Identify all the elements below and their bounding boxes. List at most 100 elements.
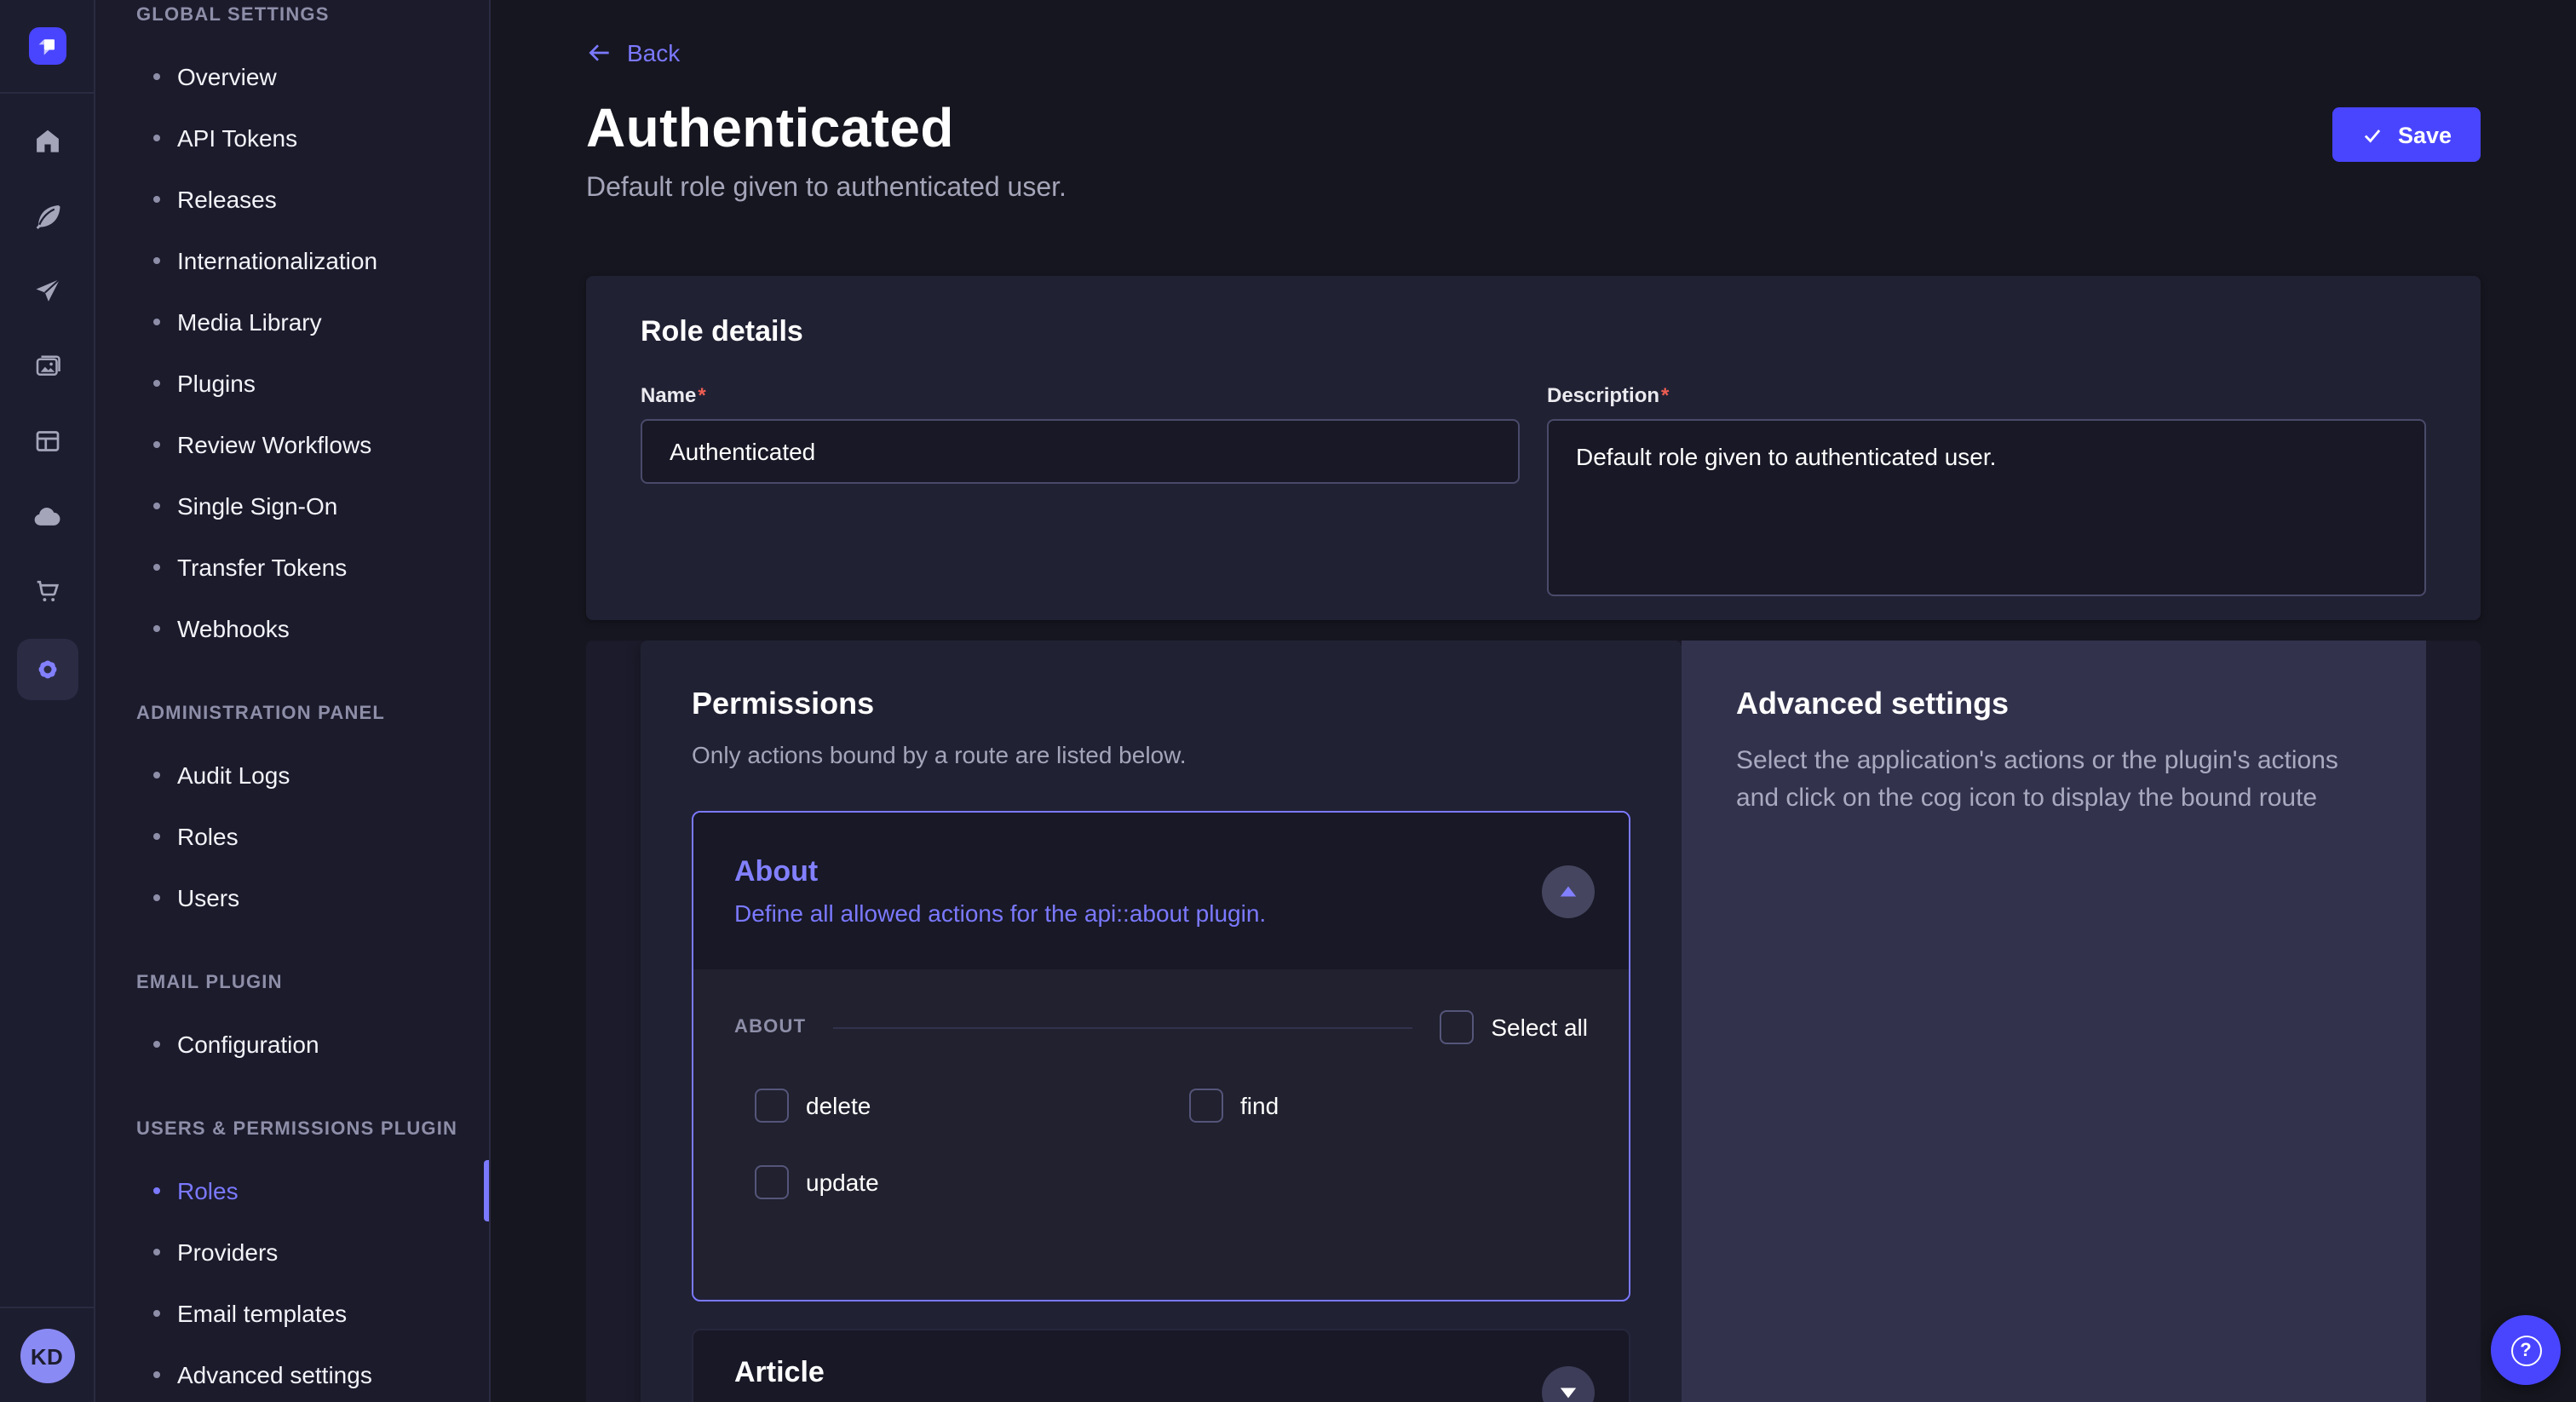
subnav-item-advanced-settings[interactable]: Advanced settings	[95, 1344, 489, 1402]
bullet-icon	[153, 833, 160, 840]
required-asterisk: *	[698, 383, 705, 407]
description-field[interactable]: Default role given to authenticated user…	[1547, 419, 2426, 596]
accordion-about-body: ABOUT Select all delete	[693, 969, 1629, 1296]
subnav-item-single-sign-on[interactable]: Single Sign-On	[95, 475, 489, 537]
permissions-subheading: Only actions bound by a route are listed…	[692, 739, 1630, 770]
subnav-item-up-roles[interactable]: Roles	[95, 1160, 489, 1221]
checkbox-icon	[1189, 1089, 1223, 1123]
accordion-article: Article Define all allowed actions for t…	[692, 1329, 1630, 1402]
main-nav-rail: KD	[0, 0, 95, 1402]
bullet-icon	[153, 1310, 160, 1317]
name-label: Name*	[641, 382, 1520, 409]
collapse-toggle-button[interactable]	[1542, 865, 1595, 917]
bullet-icon	[153, 441, 160, 448]
bullet-icon	[153, 1249, 160, 1255]
bullet-icon	[153, 380, 160, 387]
bullet-icon	[153, 1041, 160, 1048]
subnav-item-review-workflows[interactable]: Review Workflows	[95, 414, 489, 475]
description-label: Description*	[1547, 382, 2426, 409]
chevron-up-icon	[1559, 882, 1578, 900]
accordion-article-description: Define all allowed actions for the api::…	[734, 1399, 1270, 1402]
deploy-icon[interactable]	[20, 264, 74, 319]
home-icon[interactable]	[20, 114, 74, 169]
subnav-item-providers[interactable]: Providers	[95, 1221, 489, 1283]
select-all-checkbox[interactable]: Select all	[1440, 1010, 1588, 1044]
subject-divider	[833, 1026, 1412, 1028]
content-manager-icon[interactable]	[20, 414, 74, 468]
advanced-settings-panel: Advanced settings Select the application…	[1682, 641, 2426, 1402]
subnav-item-admin-users[interactable]: Users	[95, 867, 489, 928]
permissions-panel: Permissions Only actions bound by a rout…	[641, 641, 1682, 1402]
subject-label: ABOUT	[734, 1017, 806, 1037]
user-avatar[interactable]: KD	[20, 1329, 74, 1383]
subnav-item-internationalization[interactable]: Internationalization	[95, 230, 489, 291]
subnav-item-media-library[interactable]: Media Library	[95, 291, 489, 353]
checkbox-icon	[1440, 1010, 1474, 1044]
help-button[interactable]: ?	[2491, 1315, 2561, 1385]
bullet-icon	[153, 625, 160, 632]
accordion-article-header[interactable]: Article Define all allowed actions for t…	[693, 1330, 1629, 1402]
strapi-logo-icon[interactable]	[28, 27, 66, 65]
accordion-article-title: Article	[734, 1354, 1270, 1392]
subnav-item-email-configuration[interactable]: Configuration	[95, 1014, 489, 1075]
subnav-item-webhooks[interactable]: Webhooks	[95, 598, 489, 659]
subnav-item-plugins[interactable]: Plugins	[95, 353, 489, 414]
section-header-administration-panel: ADMINISTRATION PANEL	[95, 700, 489, 727]
name-field[interactable]	[641, 419, 1520, 484]
cloud-icon[interactable]	[20, 489, 74, 543]
bullet-icon	[153, 503, 160, 509]
bullet-icon	[153, 1187, 160, 1194]
chevron-down-icon	[1559, 1382, 1578, 1401]
subnav-item-overview[interactable]: Overview	[95, 46, 489, 107]
bullet-icon	[153, 73, 160, 80]
checkbox-icon	[755, 1089, 789, 1123]
rail-divider	[0, 1307, 94, 1308]
expand-toggle-button[interactable]	[1542, 1365, 1595, 1402]
checkbox-icon	[755, 1165, 789, 1199]
subnav-item-audit-logs[interactable]: Audit Logs	[95, 744, 489, 806]
question-mark-icon: ?	[2510, 1335, 2541, 1365]
section-header-global-settings: GLOBAL SETTINGS	[95, 2, 489, 29]
settings-gear-icon[interactable]	[16, 639, 78, 700]
save-button[interactable]: Save	[2333, 107, 2481, 162]
section-header-email-plugin: EMAIL PLUGIN	[95, 969, 489, 997]
advanced-settings-description: Select the application's actions or the …	[1736, 743, 2372, 816]
media-library-icon[interactable]	[20, 339, 74, 394]
bullet-icon	[153, 135, 160, 141]
accordion-about-header[interactable]: About Define all allowed actions for the…	[693, 813, 1629, 969]
strapi-settings-page: KD GLOBAL SETTINGS Overview API Tokens R…	[0, 0, 2576, 1402]
accordion-about: About Define all allowed actions for the…	[692, 811, 1630, 1301]
action-checkbox-delete[interactable]: delete	[755, 1089, 1189, 1123]
action-checkbox-find[interactable]: find	[1189, 1089, 1588, 1123]
role-details-heading: Role details	[641, 313, 2426, 351]
bullet-icon	[153, 319, 160, 325]
bullet-icon	[153, 894, 160, 901]
subnav-item-releases[interactable]: Releases	[95, 169, 489, 230]
subnav-item-transfer-tokens[interactable]: Transfer Tokens	[95, 537, 489, 598]
bullet-icon	[153, 257, 160, 264]
subnav-item-api-tokens[interactable]: API Tokens	[95, 107, 489, 169]
bullet-icon	[153, 196, 160, 203]
marketplace-cart-icon[interactable]	[20, 564, 74, 618]
settings-subnav: GLOBAL SETTINGS Overview API Tokens Rele…	[95, 0, 491, 1402]
accordion-about-description: Define all allowed actions for the api::…	[734, 898, 1266, 928]
subnav-item-admin-roles[interactable]: Roles	[95, 806, 489, 867]
permissions-heading: Permissions	[692, 685, 1630, 722]
action-checkbox-update[interactable]: update	[755, 1165, 1189, 1199]
permissions-section: Permissions Only actions bound by a rout…	[586, 641, 2481, 1402]
required-asterisk: *	[1661, 383, 1669, 407]
accordion-about-title: About	[734, 853, 1266, 891]
bullet-icon	[153, 772, 160, 779]
subnav-item-email-templates[interactable]: Email templates	[95, 1283, 489, 1344]
back-arrow-icon	[586, 39, 613, 66]
content-type-builder-icon[interactable]	[20, 189, 74, 244]
page-title: Authenticated	[586, 97, 1067, 158]
strapi-logo-glyph	[33, 32, 60, 60]
main-content: Back Authenticated Default role given to…	[491, 0, 2576, 1402]
check-icon	[2362, 124, 2384, 146]
role-details-card: Role details Name* Description* Default …	[586, 276, 2481, 620]
advanced-settings-heading: Advanced settings	[1736, 685, 2372, 722]
back-link[interactable]: Back	[586, 39, 680, 66]
bullet-icon	[153, 564, 160, 571]
bullet-icon	[153, 1371, 160, 1378]
